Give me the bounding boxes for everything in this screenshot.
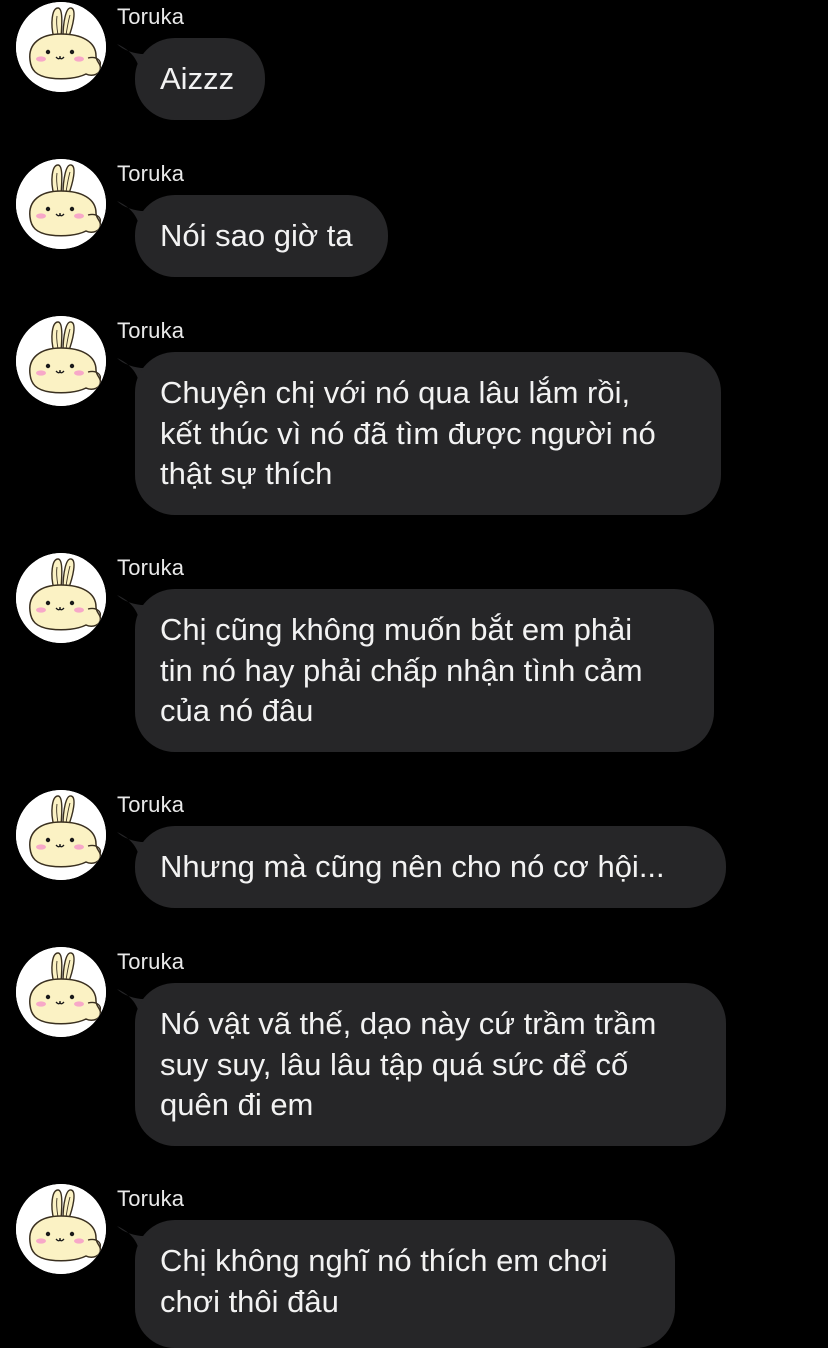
bunny-avatar-icon[interactable] — [16, 1184, 106, 1274]
sender-name: Toruka — [117, 792, 185, 817]
message-bubble-container: Aizzz — [115, 38, 265, 120]
bunny-avatar-icon[interactable] — [16, 159, 106, 249]
message-bubble[interactable]: Chị cũng không muốn bắt em phải tin nó h… — [135, 589, 714, 752]
bunny-avatar-icon[interactable] — [16, 790, 106, 880]
message-bubble-container: Nó vật vã thế, dạo này cứ trầm trầm suy … — [115, 983, 726, 1146]
message-bubble[interactable]: Nhưng mà cũng nên cho nó cơ hội... — [135, 826, 726, 908]
bunny-avatar-icon[interactable] — [16, 2, 106, 92]
message-bubble-container: Nói sao giờ ta — [115, 195, 388, 277]
sender-name: Toruka — [117, 1186, 185, 1211]
sender-name: Toruka — [117, 161, 185, 186]
message-bubble-container: Chị cũng không muốn bắt em phải tin nó h… — [115, 589, 714, 752]
message-bubble-container: Chị không nghĩ nó thích em chơi chơi thô… — [115, 1220, 675, 1348]
message-bubble[interactable]: Chuyện chị với nó qua lâu lắm rồi, kết t… — [135, 352, 721, 515]
message-bubble-container: Chuyện chị với nó qua lâu lắm rồi, kết t… — [115, 352, 721, 515]
chat-thread: Toruka Aizzz Toruka Nói sao giờ ta Toruk… — [0, 0, 828, 1348]
message-bubble[interactable]: Nói sao giờ ta — [135, 195, 388, 277]
bunny-avatar-icon[interactable] — [16, 553, 106, 643]
bunny-avatar-icon[interactable] — [16, 316, 106, 406]
sender-name: Toruka — [117, 4, 185, 29]
sender-name: Toruka — [117, 318, 185, 343]
message-bubble-container: Nhưng mà cũng nên cho nó cơ hội... — [115, 826, 726, 908]
message-bubble[interactable]: Aizzz — [135, 38, 265, 120]
bunny-avatar-icon[interactable] — [16, 947, 106, 1037]
message-bubble[interactable]: Nó vật vã thế, dạo này cứ trầm trầm suy … — [135, 983, 726, 1146]
sender-name: Toruka — [117, 555, 185, 580]
message-bubble[interactable]: Chị không nghĩ nó thích em chơi chơi thô… — [135, 1220, 675, 1348]
sender-name: Toruka — [117, 949, 185, 974]
